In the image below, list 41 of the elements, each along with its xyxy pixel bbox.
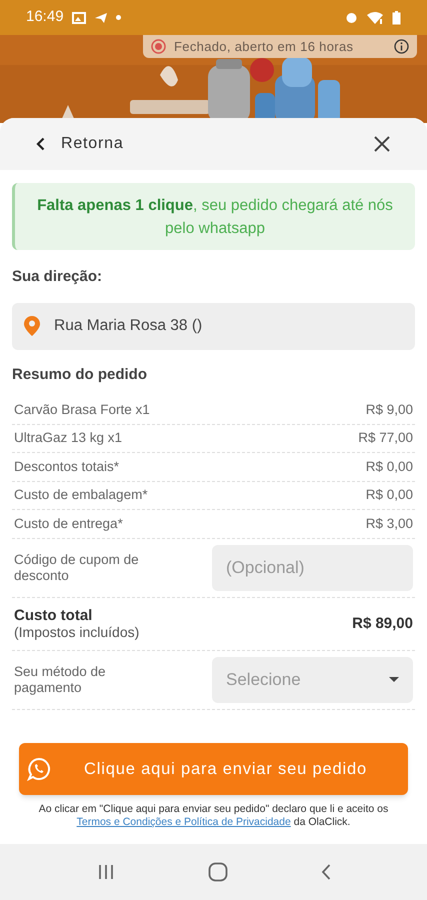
total-label: Custo total [14, 606, 94, 624]
recent-apps-icon[interactable] [96, 864, 114, 880]
status-time: 16:49 [26, 7, 64, 28]
payment-label: Seu método de pagamento [14, 664, 107, 696]
gallery-icon [72, 12, 86, 24]
back-nav-icon[interactable] [320, 864, 330, 880]
close-icon[interactable] [373, 135, 391, 153]
send-order-button[interactable]: Clique aqui para enviar seu pedido [19, 742, 408, 795]
summary-item-label: Descontos totais* [14, 458, 120, 476]
dot-icon [116, 15, 121, 20]
whatsapp-icon [27, 756, 51, 781]
summary-item-amount: R$ 0,00 [366, 486, 413, 504]
address-label: Sua direção: [12, 267, 104, 287]
address-field[interactable]: Rua Maria Rosa 38 () [12, 302, 415, 350]
back-icon [36, 137, 45, 151]
summary-item-amount: R$ 9,00 [366, 400, 413, 419]
summary-item-label: Carvão Brasa Forte x1 [14, 400, 150, 419]
summary-item-label: UltraGaz 13 kg x1 [14, 429, 122, 448]
coupon-label: Código de cupom de desconto [14, 552, 140, 584]
total-amount: R$ 89,00 [352, 614, 413, 634]
coupon-input[interactable]: (Opcional) [212, 544, 413, 591]
home-icon[interactable] [208, 862, 228, 882]
summary-item-label: Custo de embalagem* [14, 486, 148, 504]
battery-icon [392, 10, 401, 24]
summary-item-amount: R$ 3,00 [366, 515, 413, 534]
info-icon [394, 39, 409, 54]
summary-item-label: Custo de entrega* [14, 515, 123, 534]
wifi-icon [366, 11, 384, 24]
terms-link[interactable]: Termos e Condições e Política de Privacidade [76, 816, 291, 828]
location-pin-icon [24, 316, 40, 336]
send-icon [94, 12, 108, 24]
terms-notice: Ao clicar em "Clique aqui para enviar seu pedido" declaro que li e aceito os Termos e Condições e Política de Privacidade da OlaClick. [38, 802, 390, 829]
store-status-pill[interactable]: Fechado, aberto em 16 horas [143, 35, 417, 58]
back-button[interactable]: Retorna [36, 132, 124, 156]
notice-text: Falta apenas 1 clique, seu pedido chegará até nós pelo whatsapp [36, 196, 394, 238]
summary-item-amount: R$ 77,00 [358, 429, 413, 448]
dropdown-icon [389, 677, 399, 682]
payment-select[interactable]: Selecione [212, 656, 413, 703]
total-note: (Impostos incluídos) [14, 624, 140, 641]
summary-title: Resumo do pedido [12, 364, 148, 384]
summary-item-amount: R$ 0,00 [366, 458, 413, 476]
